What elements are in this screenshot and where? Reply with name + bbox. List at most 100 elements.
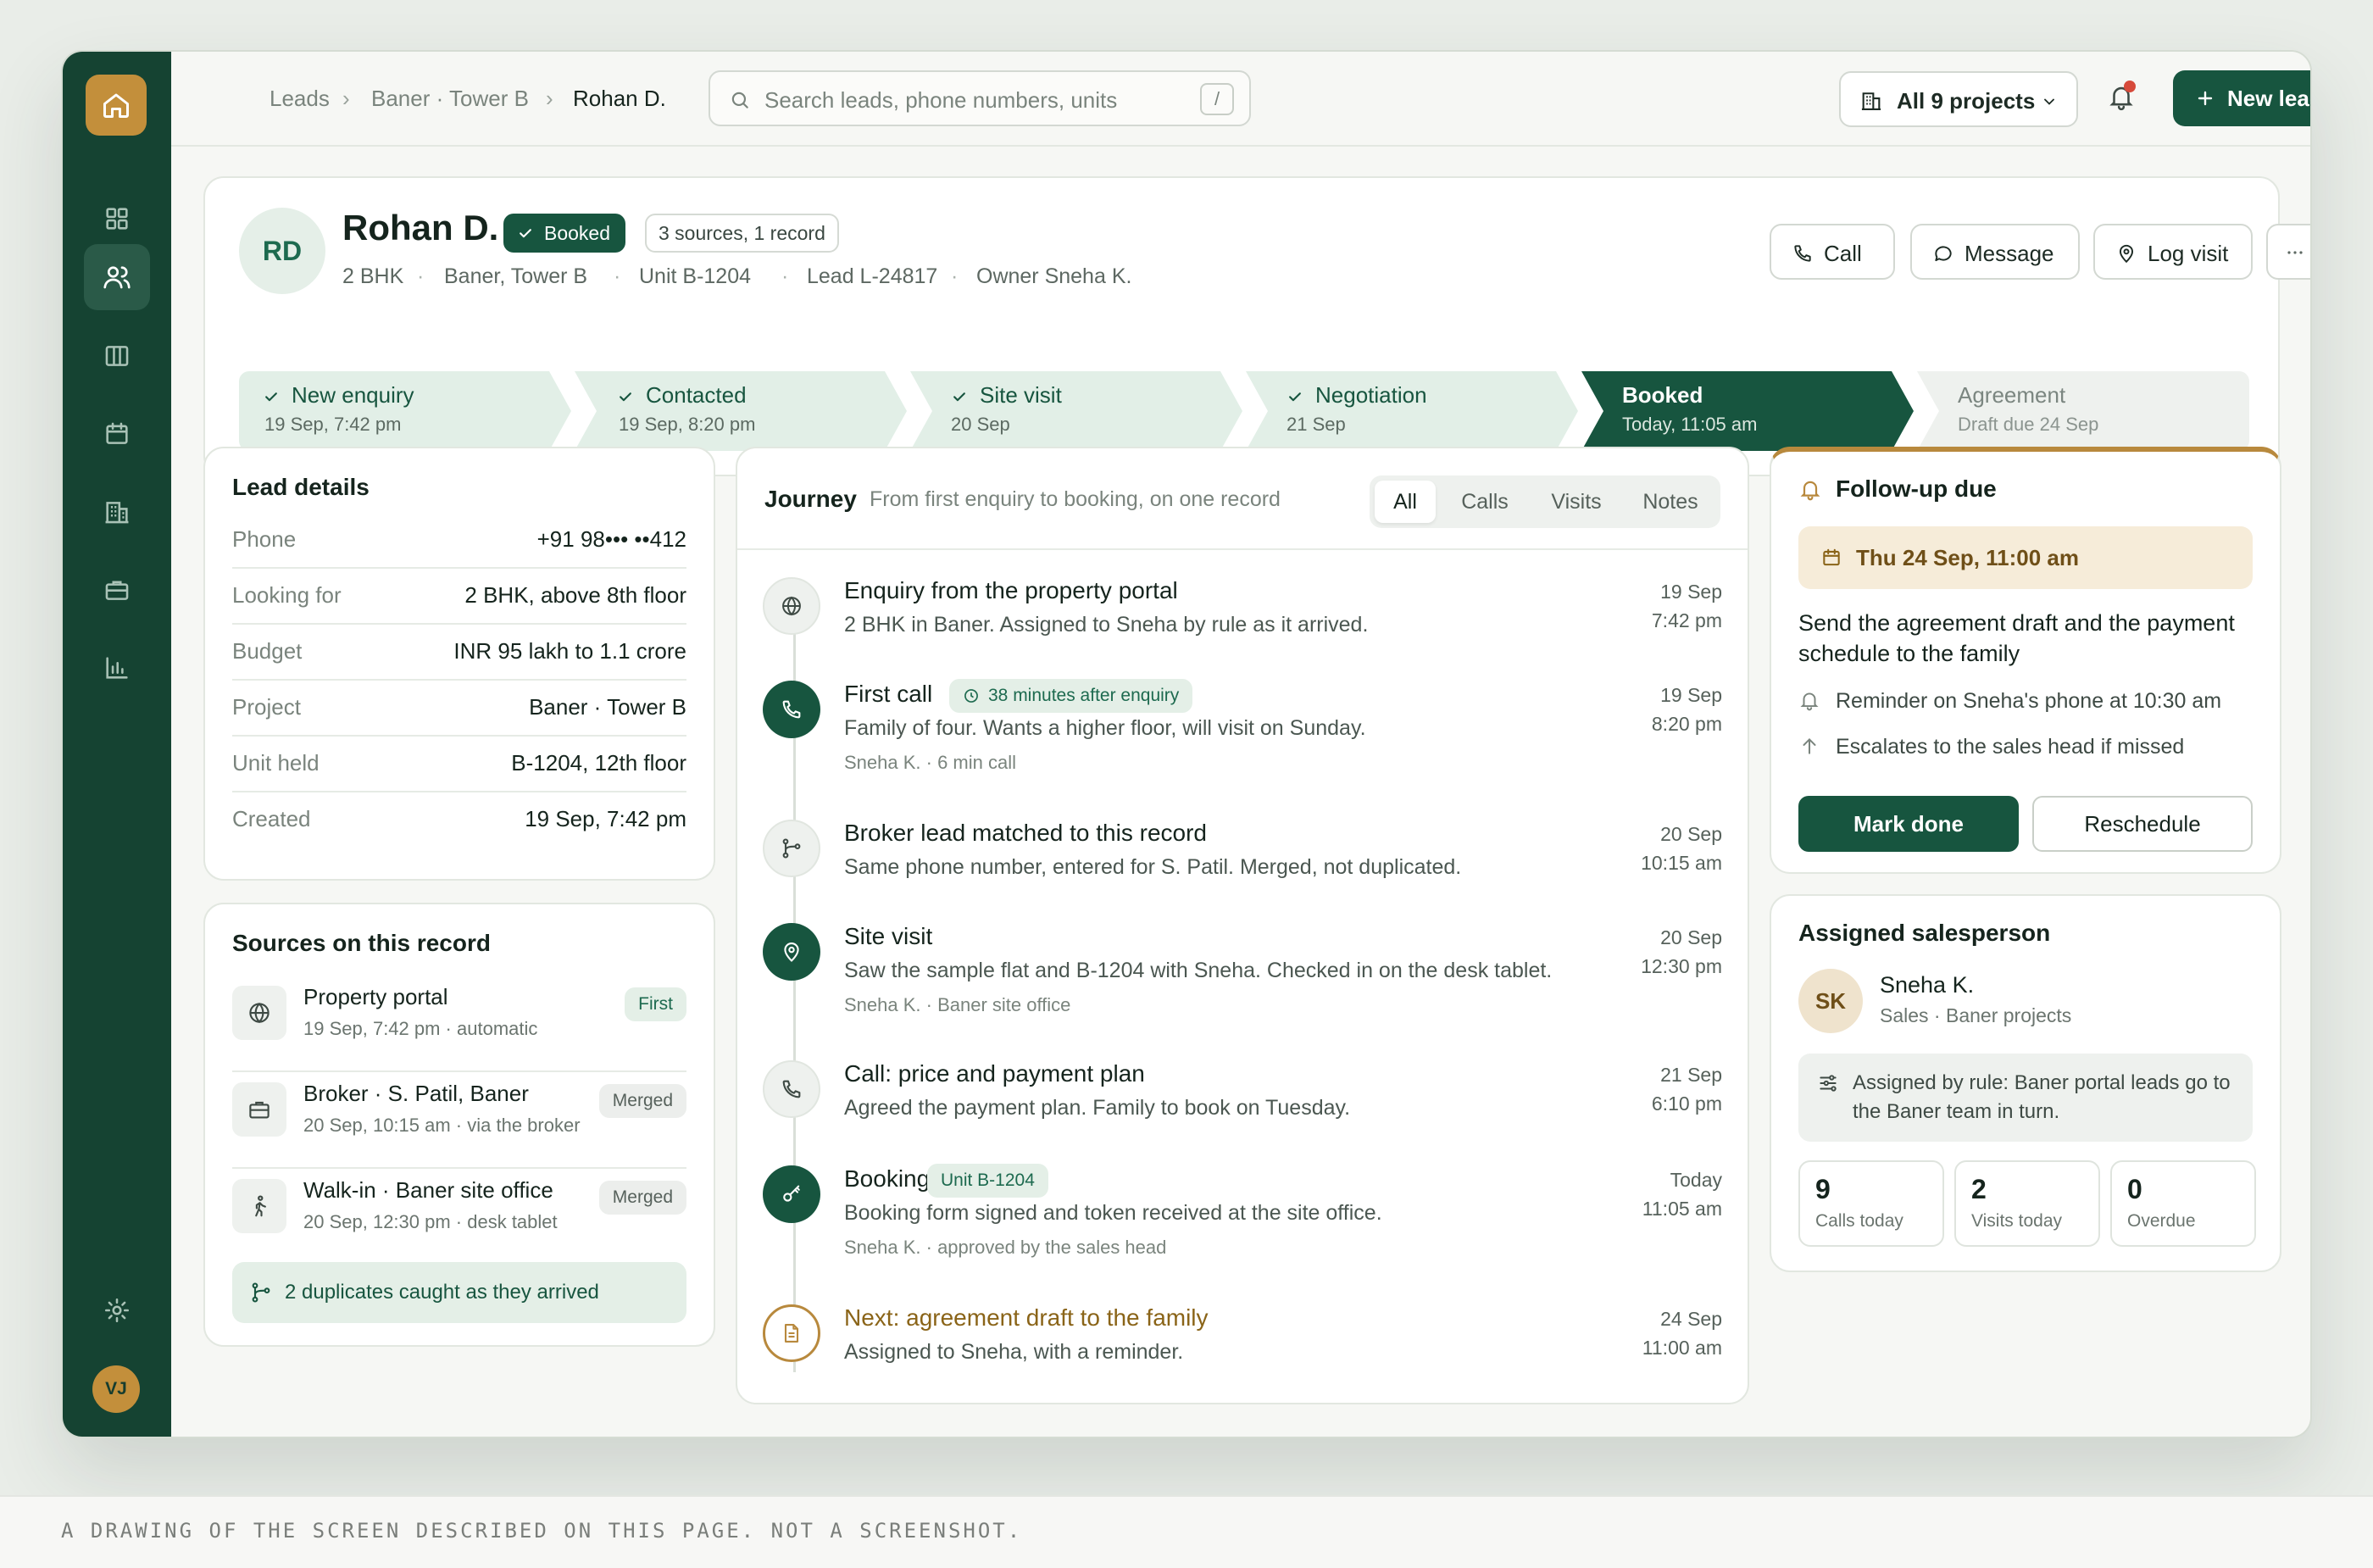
source-tag: Merged: [598, 1181, 686, 1215]
nav-board[interactable]: [84, 323, 150, 389]
reschedule-button[interactable]: Reschedule: [2032, 796, 2253, 852]
stage-date: 21 Sep: [1287, 414, 1346, 435]
event-date: 21 Sep: [1660, 1064, 1722, 1086]
clock-icon: [964, 689, 978, 703]
check-icon: [520, 229, 531, 238]
source-item[interactable]: Property portal 19 Sep, 7:42 pm · automa…: [232, 976, 686, 1072]
phone-icon: [782, 1080, 801, 1098]
event-time: 24 Sep 11:00 am: [1642, 1304, 1722, 1362]
projects-dropdown[interactable]: All 9 projects: [1839, 71, 2078, 127]
search-shortcut: /: [1200, 83, 1234, 115]
nav-calendar[interactable]: [84, 401, 150, 467]
caption-text: A DRAWING OF THE SCREEN DESCRIBED ON THI…: [61, 1519, 1023, 1543]
search-input[interactable]: Search leads, phone numbers, units /: [709, 70, 1251, 126]
chevron-right-icon: ›: [546, 86, 553, 111]
nav-reports[interactable]: [84, 635, 150, 701]
nav-leads[interactable]: [84, 244, 150, 310]
check-icon: [953, 392, 965, 402]
building-icon: [1861, 92, 1881, 110]
tab-all[interactable]: All: [1375, 481, 1436, 523]
more-button[interactable]: [2266, 224, 2310, 280]
detail-value[interactable]: +91 98••• ••412: [537, 526, 686, 553]
detail-row-created: Created 19 Sep, 7:42 pm: [232, 792, 686, 848]
user-avatar[interactable]: VJ: [92, 1365, 140, 1413]
source-icon-box: [232, 986, 286, 1040]
sources-badge[interactable]: 3 sources, 1 record: [645, 214, 839, 253]
tab-visits[interactable]: Visits: [1532, 481, 1620, 523]
event-desc: 2 BHK in Baner. Assigned to Sneha by rul…: [844, 613, 1369, 637]
tab-notes[interactable]: Notes: [1627, 481, 1714, 523]
breadcrumb-project[interactable]: Baner · Tower B: [371, 86, 529, 112]
followup-title: Follow-up due: [1836, 475, 1997, 502]
event-clock: 11:00 am: [1642, 1337, 1722, 1359]
nav-dashboard[interactable]: [84, 186, 150, 252]
stat-value: 2: [1971, 1174, 1987, 1204]
source-title: Broker · S. Patil, Baner: [303, 1081, 529, 1106]
home-button[interactable]: [86, 75, 147, 136]
tab-calls[interactable]: Calls: [1444, 481, 1526, 523]
breadcrumb-leads[interactable]: Leads: [270, 86, 330, 112]
stage-contacted[interactable]: Contacted 19 Sep, 8:20 pm: [575, 371, 907, 451]
salesperson-role: Sales · Baner projects: [1880, 1004, 2072, 1026]
check-icon: [620, 392, 631, 402]
stat-label: Calls today: [1815, 1211, 1903, 1231]
detail-key: Created: [232, 806, 311, 831]
event-time: 20 Sep 10:15 am: [1641, 820, 1722, 877]
log-visit-button[interactable]: Log visit: [2093, 224, 2253, 280]
event-time: 19 Sep 8:20 pm: [1652, 681, 1722, 738]
leads-icon: [103, 266, 131, 289]
salesperson-name[interactable]: Sneha K.: [1880, 972, 1974, 998]
nav-settings[interactable]: [84, 1277, 150, 1343]
event-time: 20 Sep 12:30 pm: [1641, 923, 1722, 981]
event-date: 19 Sep: [1660, 581, 1722, 603]
source-tag: First: [625, 987, 686, 1021]
lead-header-card: RD Rohan D. Booked 3 sources, 1 record 2…: [203, 176, 2310, 476]
event-clock: 11:05 am: [1642, 1198, 1722, 1220]
journey-subtitle: From first enquiry to booking, on one re…: [870, 487, 1281, 511]
event-title: Next: agreement draft to the family: [844, 1304, 1209, 1331]
stage-label: Agreement: [1958, 382, 2066, 408]
nav-brokers[interactable]: [84, 557, 150, 623]
bell-icon: [1800, 481, 1820, 501]
duplicates-note[interactable]: 2 duplicates caught as they arrived: [232, 1262, 686, 1323]
source-item[interactable]: Walk-in · Baner site office 20 Sep, 12:3…: [232, 1169, 686, 1265]
detail-row-looking-for: Looking for 2 BHK, above 8th floor: [232, 569, 686, 625]
stage-date: 19 Sep, 7:42 pm: [264, 414, 402, 435]
notifications-button[interactable]: [2107, 81, 2136, 111]
stat-value: 9: [1815, 1174, 1831, 1204]
stage-agreement[interactable]: Agreement Draft due 24 Sep: [1917, 371, 2249, 451]
lead-meta-owner: Owner Sneha K.: [976, 264, 1132, 288]
source-icon-box: [232, 1179, 286, 1233]
stage-new-enquiry[interactable]: New enquiry 19 Sep, 7:42 pm: [239, 371, 571, 451]
event-marker: [763, 1060, 820, 1118]
new-lead-button[interactable]: New lead: [2173, 70, 2310, 126]
sidebar: VJ: [63, 52, 171, 1437]
mark-done-button[interactable]: Mark done: [1798, 796, 2019, 852]
source-item[interactable]: Broker · S. Patil, Baner 20 Sep, 10:15 a…: [232, 1072, 686, 1169]
detail-key: Project: [232, 694, 301, 720]
settings-icon: [104, 1298, 130, 1323]
status-badge: Booked: [503, 214, 626, 253]
event-date: 19 Sep: [1660, 684, 1722, 706]
stat-overdue: 0 Overdue: [2110, 1160, 2256, 1247]
event-clock: 6:10 pm: [1651, 1093, 1722, 1115]
globe-icon: [249, 1002, 270, 1024]
phone-icon: [782, 700, 801, 719]
phone-icon: [1794, 245, 1811, 262]
call-button[interactable]: Call: [1770, 224, 1895, 280]
source-icon-box: [232, 1082, 286, 1137]
stage-date: 19 Sep, 8:20 pm: [619, 414, 756, 435]
stage-negotiation[interactable]: Negotiation 21 Sep: [1246, 371, 1578, 451]
projects-dropdown-label: All 9 projects: [1897, 88, 2036, 114]
detail-key: Unit held: [232, 750, 320, 776]
stat-value: 0: [2127, 1174, 2142, 1204]
message-button[interactable]: Message: [1910, 224, 2080, 280]
breadcrumb-current: Rohan D.: [573, 86, 666, 111]
bell-icon: [1800, 692, 1819, 711]
followup-reminder: Reminder on Sneha's phone at 10:30 am: [1798, 689, 2221, 713]
event-marker: [763, 820, 820, 877]
stage-booked[interactable]: Booked Today, 11:05 am: [1581, 371, 1914, 451]
stage-site-visit[interactable]: Site visit 20 Sep: [910, 371, 1242, 451]
nav-projects[interactable]: [84, 479, 150, 545]
lead-avatar: RD: [239, 208, 325, 294]
